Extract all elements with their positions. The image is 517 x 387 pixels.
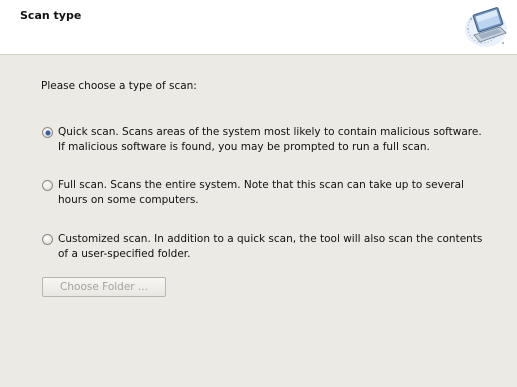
page-title: Scan type [20,9,82,22]
full-scan-radio[interactable] [42,180,53,191]
scan-type-window: Scan type Please choose a type of scan: [0,0,517,387]
customized-scan-label[interactable]: Customized scan. In addition to a quick … [58,232,488,261]
quick-scan-radio[interactable] [42,127,53,138]
customized-scan-radio[interactable] [42,234,53,245]
quick-scan-label[interactable]: Quick scan. Scans areas of the system mo… [58,125,488,154]
scan-options-panel: Please choose a type of scan: Quick scan… [0,55,517,387]
scan-type-prompt: Please choose a type of scan: [41,80,197,92]
full-scan-label[interactable]: Full scan. Scans the entire system. Note… [58,178,488,207]
wizard-header: Scan type [0,0,517,55]
choose-folder-button[interactable]: Choose Folder ... [42,277,166,297]
computer-scan-icon [465,7,507,47]
